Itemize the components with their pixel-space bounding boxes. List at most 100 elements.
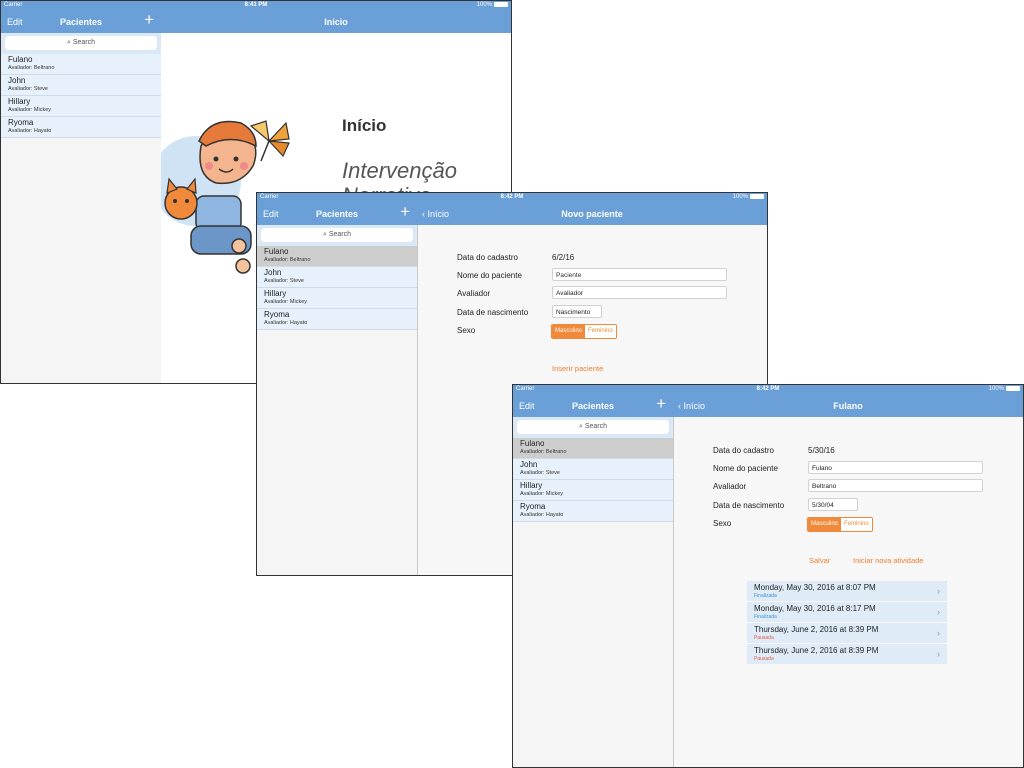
master-title: Pacientes bbox=[59, 17, 103, 27]
status-bar: Carrier 8:42 PM 100% bbox=[257, 193, 767, 202]
list-item[interactable]: Ryoma Avaliador: Hayato bbox=[1, 117, 161, 138]
patient-name: Ryoma bbox=[264, 310, 290, 319]
activity-row[interactable]: Thursday, June 2, 2016 at 8:39 PM Pausad… bbox=[747, 644, 947, 665]
list-item[interactable]: Ryoma Avaliador: Hayato bbox=[513, 501, 673, 522]
list-item[interactable]: Hillary Avaliador: Mickey bbox=[1, 96, 161, 117]
patient-evaluator: Avaliador: Mickey bbox=[520, 491, 563, 497]
patient-name: Ryoma bbox=[8, 118, 34, 127]
master-panel: Edit Pacientes + ⌕ Search Fulano Avaliad… bbox=[257, 193, 418, 575]
activity-status: Pausada bbox=[754, 656, 774, 662]
patient-name: John bbox=[8, 76, 26, 85]
status-time: 8:41 PM bbox=[244, 2, 268, 8]
master-panel: Edit Pacientes + ⌕ Search Fulano Avaliad… bbox=[513, 385, 674, 767]
list-item[interactable]: Hillary Avaliador: Mickey bbox=[513, 480, 673, 501]
search-icon: ⌕ bbox=[66, 39, 71, 46]
sex-option-female[interactable]: Feminino bbox=[585, 325, 616, 338]
patient-name: John bbox=[520, 460, 538, 469]
patient-name-field[interactable]: Paciente bbox=[552, 268, 727, 281]
name-label: Nome do paciente bbox=[713, 464, 778, 473]
patient-evaluator: Avaliador: Beltrano bbox=[520, 449, 567, 455]
patient-name: Fulano bbox=[8, 55, 33, 64]
evaluator-field[interactable]: Avaliador bbox=[552, 286, 727, 299]
battery-level: 100% bbox=[476, 2, 492, 9]
evaluator-label: Avaliador bbox=[457, 289, 491, 298]
list-item-selected[interactable]: Fulano Avaliador: Beltrano bbox=[513, 438, 673, 459]
activity-row[interactable]: Monday, May 30, 2016 at 8:17 PM Finaliza… bbox=[747, 602, 947, 623]
screenshot-patient-detail: Edit Pacientes + ⌕ Search Fulano Avaliad… bbox=[512, 384, 1024, 768]
activity-status: Pausada bbox=[754, 635, 774, 641]
patient-evaluator: Avaliador: Steve bbox=[8, 86, 48, 92]
master-title: Pacientes bbox=[571, 401, 615, 411]
search-placeholder: Search bbox=[584, 423, 608, 430]
patient-list: Fulano Avaliador: Beltrano John Avaliado… bbox=[257, 246, 417, 330]
activity-date: Monday, May 30, 2016 at 8:17 PM bbox=[754, 604, 876, 613]
list-item[interactable]: John Avaliador: Steve bbox=[1, 75, 161, 96]
battery-level: 100% bbox=[988, 386, 1004, 393]
sex-option-male[interactable]: Masculino bbox=[552, 325, 586, 338]
patient-name: Fulano bbox=[264, 247, 289, 256]
name-label: Nome do paciente bbox=[457, 271, 522, 280]
chevron-right-icon: › bbox=[937, 649, 940, 659]
chevron-right-icon: › bbox=[937, 628, 940, 638]
patient-name: Hillary bbox=[264, 289, 287, 298]
birth-date-field[interactable]: Nascimento bbox=[552, 305, 602, 318]
activity-status: Finalizada bbox=[754, 593, 777, 599]
date-value: 6/2/16 bbox=[552, 253, 575, 262]
search-icon: ⌕ bbox=[322, 231, 327, 238]
home-heading: Início bbox=[342, 116, 387, 135]
birth-label: Data de nascimento bbox=[457, 308, 529, 317]
battery-indicator: 100% bbox=[477, 2, 508, 8]
chevron-right-icon: › bbox=[937, 607, 940, 617]
search-placeholder: Search bbox=[72, 39, 96, 46]
sex-segmented-control[interactable]: Masculino Feminino bbox=[551, 324, 617, 339]
start-activity-button[interactable]: Iniciar nova atividade bbox=[853, 556, 923, 565]
activity-row[interactable]: Thursday, June 2, 2016 at 8:39 PM Pausad… bbox=[747, 623, 947, 644]
add-patient-button[interactable]: + bbox=[400, 203, 410, 220]
patient-name: Hillary bbox=[520, 481, 543, 490]
patient-name: Ryoma bbox=[520, 502, 546, 511]
list-item[interactable]: John Avaliador: Steve bbox=[513, 459, 673, 480]
patient-name-field[interactable]: Fulano bbox=[808, 461, 983, 474]
sex-segmented-control[interactable]: Masculino Feminino bbox=[807, 517, 873, 532]
battery-icon bbox=[750, 194, 764, 199]
list-item-selected[interactable]: Fulano Avaliador: Beltrano bbox=[257, 246, 417, 267]
search-input[interactable]: ⌕ Search bbox=[5, 36, 157, 50]
date-value: 5/30/16 bbox=[808, 446, 835, 455]
evaluator-label: Avaliador bbox=[713, 482, 747, 491]
list-item[interactable]: Hillary Avaliador: Mickey bbox=[257, 288, 417, 309]
patient-evaluator: Avaliador: Steve bbox=[520, 470, 560, 476]
add-patient-button[interactable]: + bbox=[656, 395, 666, 412]
sex-label: Sexo bbox=[713, 519, 732, 528]
status-time: 8:42 PM bbox=[756, 386, 780, 392]
detail-panel: ‹ Início Fulano Data do cadastro 5/30/16… bbox=[673, 385, 1023, 767]
activity-date: Monday, May 30, 2016 at 8:07 PM bbox=[754, 583, 876, 592]
add-patient-button[interactable]: + bbox=[144, 11, 154, 28]
evaluator-field[interactable]: Beltrano bbox=[808, 479, 983, 492]
search-input[interactable]: ⌕ Search bbox=[261, 228, 413, 242]
activity-row[interactable]: Monday, May 30, 2016 at 8:07 PM Finaliza… bbox=[747, 581, 947, 602]
patient-name: John bbox=[264, 268, 282, 277]
master-panel: Edit Pacientes + ⌕ Search Fulano Avaliad… bbox=[1, 1, 162, 383]
save-button[interactable]: Salvar bbox=[809, 556, 830, 565]
patient-name: Fulano bbox=[520, 439, 545, 448]
sex-option-male[interactable]: Masculino bbox=[808, 518, 842, 531]
patient-evaluator: Avaliador: Hayato bbox=[8, 128, 52, 134]
activity-status: Finalizada bbox=[754, 614, 777, 620]
list-item[interactable]: Ryoma Avaliador: Hayato bbox=[257, 309, 417, 330]
activity-list: Monday, May 30, 2016 at 8:07 PM Finaliza… bbox=[747, 581, 947, 665]
patient-evaluator: Avaliador: Beltrano bbox=[8, 65, 55, 71]
insert-patient-button[interactable]: Inserir paciente bbox=[552, 364, 603, 373]
patient-list: Fulano Avaliador: Beltrano John Avaliado… bbox=[1, 54, 161, 138]
sex-option-female[interactable]: Feminino bbox=[841, 518, 872, 531]
chevron-right-icon: › bbox=[937, 586, 940, 596]
list-item[interactable]: John Avaliador: Steve bbox=[257, 267, 417, 288]
birth-date-field[interactable]: 5/30/04 bbox=[808, 498, 858, 511]
search-input[interactable]: ⌕ Search bbox=[517, 420, 669, 434]
patient-list: Fulano Avaliador: Beltrano John Avaliado… bbox=[513, 438, 673, 522]
list-item[interactable]: Fulano Avaliador: Beltrano bbox=[1, 54, 161, 75]
detail-title: Fulano bbox=[833, 401, 863, 411]
date-label: Data do cadastro bbox=[457, 253, 518, 262]
battery-indicator: 100% bbox=[733, 194, 764, 200]
search-placeholder: Search bbox=[328, 231, 352, 238]
detail-title: Novo paciente bbox=[561, 209, 623, 219]
